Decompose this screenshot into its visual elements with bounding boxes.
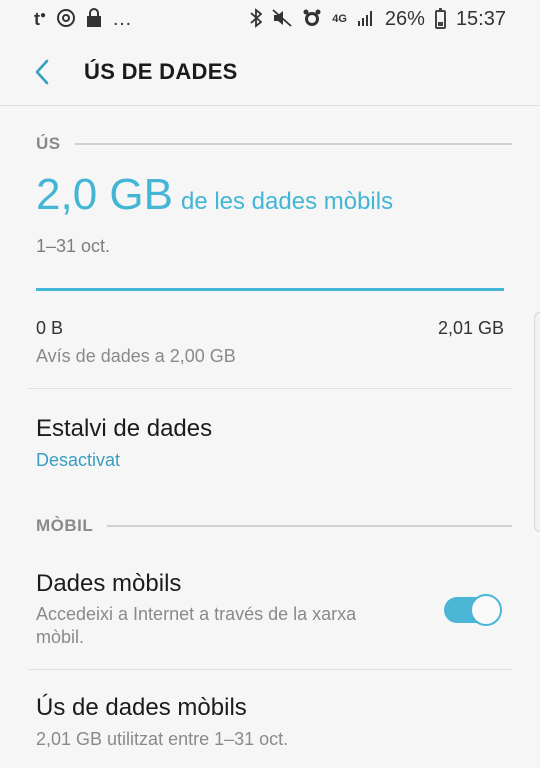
usage-progress-bar [36,288,504,291]
usage-section-header: ÚS [36,134,512,154]
mobile-usage-row[interactable]: Ús de dades mòbils 2,01 GB utilitzat ent… [0,670,540,768]
alarm-icon [302,8,322,31]
edge-panel-handle[interactable] [534,312,540,532]
mobile-usage-title: Ús de dades mòbils [36,694,247,721]
data-warning-label: Avís de dades a 2,00 GB [36,346,236,366]
mobile-section-label: MÒBIL [36,516,94,535]
chevron-left-icon [35,59,49,84]
battery-percent: 26% [384,7,425,30]
app-bar: ÚS DE DADES [0,38,540,106]
usage-amount: 2,0 GB [36,170,173,219]
mobile-data-subtitle-line1: Accedeixi a Internet a través de la xarx… [36,604,357,624]
battery-icon [434,7,446,29]
mobile-usage-subtitle: 2,01 GB utilitzat entre 1–31 oct. [36,729,289,749]
status-bar: t● … 4G 26% 15:37 [0,0,540,38]
bluetooth-icon [250,7,263,31]
section-rule [107,525,512,527]
signal-icon [357,9,375,30]
usage-bar-max-label: 2,01 GB [437,318,504,338]
mobile-data-subtitle-line2: mòbil. [36,627,85,647]
section-rule [74,143,512,145]
t-notification-icon: t● [34,9,47,29]
usage-bar-min-label: 0 B [36,318,64,338]
usage-summary: 2,0 GB de les dades mòbils [36,170,393,220]
usage-period: 1–31 oct. [36,236,111,256]
network-4g-icon: 4G [332,12,347,25]
notification-icons: t● … [34,8,132,31]
usage-amount-suffix: de les dades mòbils [180,188,394,215]
clock: 15:37 [455,7,506,30]
mobile-data-title: Dades mòbils [36,570,182,597]
mobile-section-header: MÒBIL [36,516,512,536]
system-icons: 4G 26% 15:37 [250,7,506,31]
at-notification-icon [56,8,76,31]
mobile-data-toggle[interactable] [444,594,502,626]
back-button[interactable] [22,52,62,92]
page-title: ÚS DE DADES [84,58,238,84]
more-notifications-icon: … [112,7,133,30]
usage-section-label: ÚS [36,134,61,153]
mute-icon [272,8,292,31]
toggle-knob [470,594,502,626]
data-saver-title: Estalvi de dades [36,415,213,442]
data-saver-row[interactable]: Estalvi de dades Desactivat [0,389,540,489]
lock-icon [86,7,102,31]
data-saver-status: Desactivat [36,450,121,470]
